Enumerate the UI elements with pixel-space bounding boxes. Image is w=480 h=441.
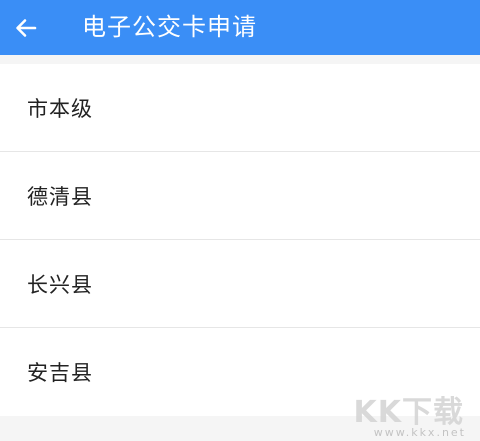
watermark-url: www.kkx.net <box>373 426 466 439</box>
top-app-bar: 电子公交卡申请 <box>0 0 480 55</box>
list-item-anji[interactable]: 安吉县 <box>0 328 480 416</box>
region-list: 市本级 德清县 长兴县 安吉县 <box>0 64 480 416</box>
list-item-deqing[interactable]: 德清县 <box>0 152 480 240</box>
list-item-city-level[interactable]: 市本级 <box>0 64 480 152</box>
arrow-left-icon <box>16 18 37 37</box>
list-item-label: 长兴县 <box>27 272 93 297</box>
list-item-changxing[interactable]: 长兴县 <box>0 240 480 328</box>
app-screen: 电子公交卡申请 市本级 德清县 长兴县 安吉县 KK下载 www.kkx.net <box>0 0 480 441</box>
back-button[interactable] <box>14 0 62 55</box>
page-title: 电子公交卡申请 <box>82 13 257 41</box>
list-item-label: 市本级 <box>27 96 93 121</box>
list-item-label: 安吉县 <box>27 361 93 385</box>
list-item-label: 德清县 <box>27 184 93 209</box>
